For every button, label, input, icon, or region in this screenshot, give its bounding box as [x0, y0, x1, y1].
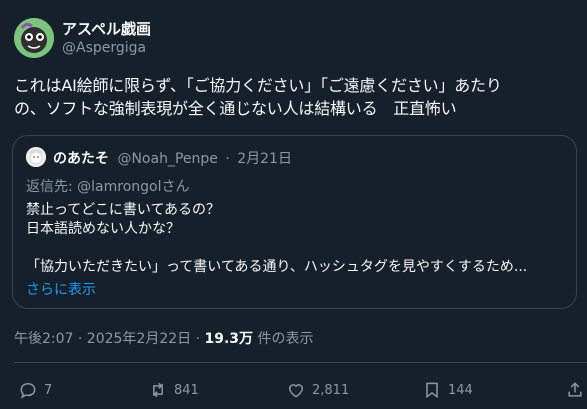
separator-dot: ·	[225, 151, 230, 167]
tweet-text: これはAI絵師に限らず、「ご協力ください」「ご遠慮ください」あたり の、ソフトな…	[14, 74, 579, 120]
quoted-text-line: 「協力いただきたい」って書いてある通り、ハッシュタグを見やすくするため...	[26, 259, 528, 275]
views-label: 件の表示	[253, 331, 314, 347]
quoted-tweet-header: のあたそ @Noah_Penpe · 2月21日	[53, 148, 292, 168]
quoted-tweet-date[interactable]: 2月21日	[237, 151, 292, 167]
bookmark-icon	[426, 382, 438, 399]
tweet-text-line: の、ソフトな強制表現が全く通じない人は結構いる 正直怖い	[14, 99, 457, 118]
bookmark-count: 144	[448, 382, 473, 398]
quoted-text-line: 日本語読めない人かな？	[26, 221, 180, 237]
tweet-meta: 午後2:07 · 2025年2月22日 · 19.3万 件の表示	[14, 328, 314, 348]
quoted-author-name[interactable]: のあたそ	[53, 151, 109, 167]
tweet-text-line: これはAI絵師に限らず、「ご協力ください」「ご遠慮ください」あたり	[14, 76, 502, 95]
action-bar: 7 841 2,811 144	[14, 380, 587, 404]
repost-button[interactable]: 841	[148, 380, 199, 400]
tweet-timestamp[interactable]: 午後2:07 · 2025年2月22日 ·	[14, 331, 205, 347]
quoted-text-line	[26, 239, 566, 258]
like-button[interactable]: 2,811	[286, 380, 349, 400]
repost-count: 841	[174, 382, 199, 398]
quoted-text-line: 禁止ってどこに書いてあるの？	[26, 202, 221, 218]
bookmark-button[interactable]: 144	[422, 380, 473, 400]
quoted-tweet[interactable]: のあたそ @Noah_Penpe · 2月21日 返信先: @lamrongol…	[12, 135, 577, 309]
share-button[interactable]	[565, 380, 585, 400]
quoted-author-avatar[interactable]	[26, 147, 46, 167]
show-more-link[interactable]: さらに表示	[26, 279, 96, 299]
tweet: アスペル戯画 @Aspergiga これはAI絵師に限らず、「ご協力ください」「…	[0, 0, 587, 409]
author-name[interactable]: アスペル戯画	[62, 18, 151, 39]
repost-icon	[153, 382, 163, 398]
author-handle[interactable]: @Aspergiga	[62, 40, 146, 56]
like-count: 2,811	[312, 382, 350, 398]
reply-icon	[20, 382, 36, 399]
reply-to-label: 返信先: @lamrongolさん	[26, 179, 190, 195]
share-icon	[568, 382, 582, 397]
quoted-author-handle[interactable]: @Noah_Penpe	[117, 151, 217, 167]
reply-button[interactable]: 7	[18, 380, 52, 400]
like-icon	[288, 384, 304, 398]
views-count[interactable]: 19.3万	[205, 331, 254, 347]
reply-count: 7	[44, 382, 53, 398]
author-avatar[interactable]	[14, 18, 54, 58]
divider	[14, 362, 587, 363]
quoted-tweet-text: 禁止ってどこに書いてあるの？ 日本語読めない人かな？ 「協力いただきたい」って書…	[26, 201, 566, 277]
